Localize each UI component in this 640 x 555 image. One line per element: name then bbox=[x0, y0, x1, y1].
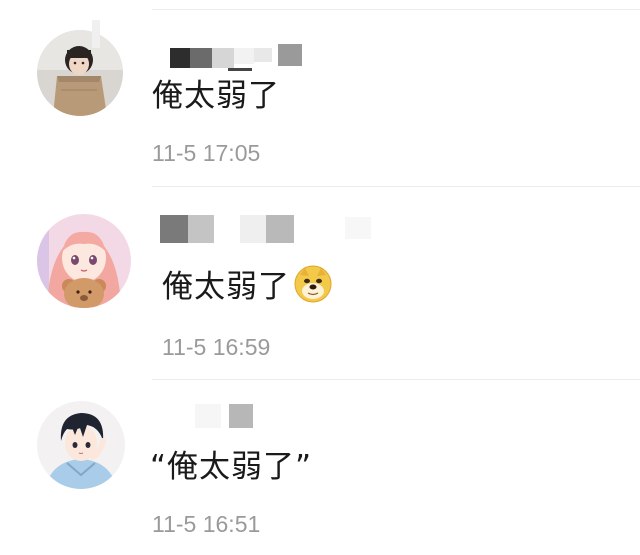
username-redacted[interactable] bbox=[160, 211, 380, 245]
anime-boy-avatar[interactable] bbox=[37, 401, 125, 489]
comment-text-content: 俺太弱了 bbox=[162, 269, 290, 305]
username-redacted[interactable] bbox=[92, 20, 305, 72]
comment-text: 俺太弱了 bbox=[152, 78, 280, 114]
comment-text: 俺太弱了 bbox=[162, 265, 332, 307]
doge-emoji-icon bbox=[294, 265, 332, 303]
comment-timestamp: 11-5 17:05 bbox=[152, 140, 261, 166]
comment-timestamp: 11-5 16:59 bbox=[162, 334, 271, 360]
divider-top bbox=[152, 9, 640, 10]
girl-with-paper-bag-avatar[interactable] bbox=[37, 30, 123, 116]
comment-text: “俺太弱了” bbox=[150, 449, 313, 485]
username-redacted[interactable] bbox=[195, 400, 265, 434]
anime-girl-with-teddy-bear-avatar[interactable] bbox=[37, 214, 131, 308]
divider bbox=[152, 379, 640, 380]
divider bbox=[152, 186, 640, 187]
comment-timestamp: 11-5 16:51 bbox=[152, 511, 261, 537]
